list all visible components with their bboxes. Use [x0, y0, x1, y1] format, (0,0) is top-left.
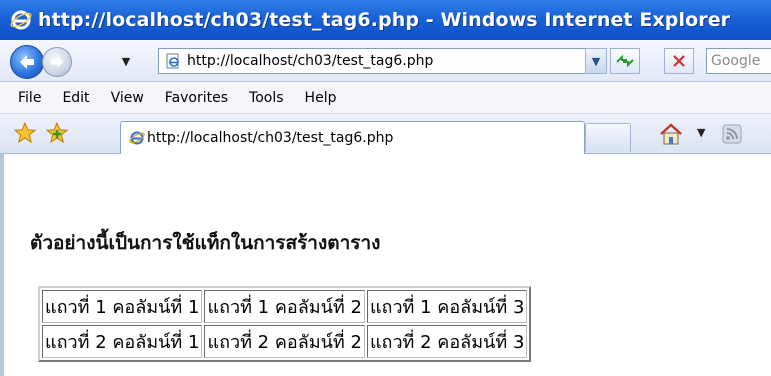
- menu-view[interactable]: View: [101, 90, 155, 106]
- page-icon: [166, 53, 179, 69]
- table-cell: แถวที่ 2 คอลัมน์ที่ 2: [204, 325, 365, 358]
- menu-edit[interactable]: Edit: [52, 90, 100, 106]
- table-cell: แถวที่ 1 คอลัมน์ที่ 3: [366, 290, 528, 323]
- home-dropdown-button[interactable]: ▼: [697, 126, 705, 139]
- table-row: แถวที่ 2 คอลัมน์ที่ 1 แถวที่ 2 คอลัมน์ที…: [42, 325, 528, 358]
- table-cell: แถวที่ 1 คอลัมน์ที่ 1: [42, 290, 203, 323]
- back-button[interactable]: [10, 45, 44, 79]
- new-tab-button[interactable]: [585, 123, 631, 152]
- ie-logo-icon: [10, 9, 32, 31]
- tab-current-page[interactable]: http://localhost/ch03/test_tag6.php: [120, 121, 585, 154]
- table-cell: แถวที่ 1 คอลัมน์ที่ 2: [204, 290, 365, 323]
- page-heading: ตัวอย่างนี้เป็นการใช้แท็กในการสร้างตาราง: [30, 232, 381, 254]
- stop-button[interactable]: [664, 48, 694, 74]
- ie-tab-icon: [129, 131, 145, 145]
- tab-label: http://localhost/ch03/test_tag6.php: [147, 130, 394, 146]
- navigation-bar: ▼ http://localhost/ch03/test_tag6.php ▼: [0, 40, 771, 82]
- window-title-bar[interactable]: http://localhost/ch03/test_tag6.php - Wi…: [0, 0, 771, 40]
- stop-icon: [673, 55, 685, 67]
- address-url: http://localhost/ch03/test_tag6.php: [187, 53, 434, 69]
- address-dropdown-button[interactable]: ▼: [585, 48, 607, 74]
- forward-arrow-icon: [50, 55, 64, 69]
- data-table: แถวที่ 1 คอลัมน์ที่ 1 แถวที่ 1 คอลัมน์ที…: [38, 286, 532, 362]
- search-box[interactable]: [706, 48, 771, 74]
- menu-bar: File Edit View Favorites Tools Help: [0, 82, 771, 114]
- menu-tools[interactable]: Tools: [239, 90, 295, 106]
- search-input[interactable]: [707, 49, 771, 73]
- recent-pages-dropdown[interactable]: ▼: [120, 52, 132, 72]
- window-title: http://localhost/ch03/test_tag6.php - Wi…: [38, 9, 731, 31]
- menu-favorites[interactable]: Favorites: [155, 90, 239, 106]
- refresh-button[interactable]: [610, 48, 640, 74]
- refresh-icon: [616, 54, 634, 68]
- forward-button[interactable]: [42, 47, 72, 77]
- table-row: แถวที่ 1 คอลัมน์ที่ 1 แถวที่ 1 คอลัมน์ที…: [42, 290, 528, 323]
- menu-file[interactable]: File: [8, 90, 52, 106]
- favorites-star-icon[interactable]: [14, 122, 36, 144]
- table-cell: แถวที่ 2 คอลัมน์ที่ 3: [366, 325, 528, 358]
- address-field[interactable]: http://localhost/ch03/test_tag6.php: [158, 48, 604, 74]
- add-favorite-icon[interactable]: [46, 122, 68, 144]
- menu-help[interactable]: Help: [295, 90, 348, 106]
- home-icon[interactable]: [658, 122, 684, 146]
- table-cell: แถวที่ 2 คอลัมน์ที่ 1: [42, 325, 203, 358]
- tab-bar: http://localhost/ch03/test_tag6.php ▼: [0, 114, 771, 154]
- rss-feed-icon[interactable]: [722, 124, 742, 144]
- back-arrow-icon: [20, 55, 34, 69]
